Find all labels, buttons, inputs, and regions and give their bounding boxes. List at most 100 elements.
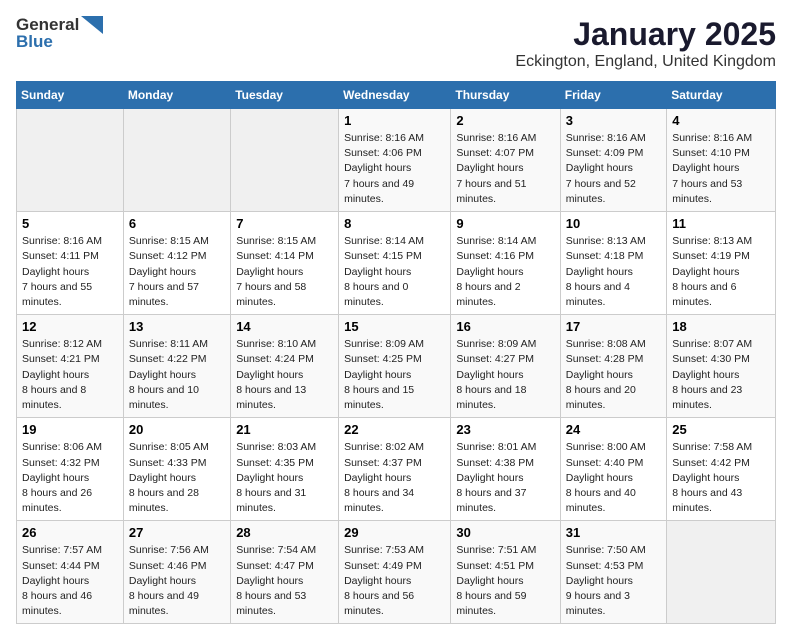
day-number: 22	[344, 422, 445, 437]
logo-text: General Blue	[16, 16, 103, 51]
day-number: 23	[456, 422, 554, 437]
weekday-header-thursday: Thursday	[451, 82, 560, 109]
logo-blue: Blue	[16, 33, 103, 52]
day-info: Sunrise: 8:00 AMSunset: 4:40 PMDaylight …	[566, 440, 661, 516]
calendar-cell: 9Sunrise: 8:14 AMSunset: 4:16 PMDaylight…	[451, 212, 560, 315]
calendar-cell: 27 Sunrise: 7:56 AMSunset: 4:46 PMDayligh…	[123, 521, 230, 624]
calendar-cell: 8Sunrise: 8:14 AMSunset: 4:15 PMDaylight…	[339, 212, 451, 315]
day-info: Sunrise: 8:16 AMSunset: 4:07 PMDaylight …	[456, 131, 554, 207]
day-info: Sunrise: 8:15 AMSunset: 4:12 PMDaylight …	[129, 234, 225, 310]
day-info: Sunrise: 7:51 AMSunset: 4:51 PMDaylight …	[456, 543, 554, 619]
day-info: Sunrise: 8:16 AMSunset: 4:06 PMDaylight …	[344, 131, 445, 207]
calendar-cell	[123, 109, 230, 212]
day-number: 10	[566, 216, 661, 231]
calendar-cell: 11 Sunrise: 8:13 AMSunset: 4:19 PMDayligh…	[667, 212, 776, 315]
day-info: Sunrise: 7:56 AMSunset: 4:46 PMDaylight …	[129, 543, 225, 619]
day-number: 16	[456, 319, 554, 334]
calendar-cell: 2 Sunrise: 8:16 AMSunset: 4:07 PMDaylight…	[451, 109, 560, 212]
day-number: 5	[22, 216, 118, 231]
calendar-cell	[667, 521, 776, 624]
calendar-cell: 19 Sunrise: 8:06 AMSunset: 4:32 PMDayligh…	[17, 418, 124, 521]
day-info: Sunrise: 8:02 AMSunset: 4:37 PMDaylight …	[344, 440, 445, 516]
day-number: 13	[129, 319, 225, 334]
day-number: 15	[344, 319, 445, 334]
day-number: 17	[566, 319, 661, 334]
day-number: 19	[22, 422, 118, 437]
day-info: Sunrise: 8:14 AMSunset: 4:15 PMDaylight …	[344, 234, 445, 310]
day-number: 18	[672, 319, 770, 334]
day-info: Sunrise: 8:13 AMSunset: 4:19 PMDaylight …	[672, 234, 770, 310]
calendar-cell: 6Sunrise: 8:15 AMSunset: 4:12 PMDaylight…	[123, 212, 230, 315]
day-info: Sunrise: 8:16 AMSunset: 4:11 PMDaylight …	[22, 234, 118, 310]
day-number: 11	[672, 216, 770, 231]
calendar-cell: 25 Sunrise: 7:58 AMSunset: 4:42 PMDayligh…	[667, 418, 776, 521]
page-title: January 2025	[515, 16, 776, 53]
day-number: 1	[344, 113, 445, 128]
calendar-cell: 1 Sunrise: 8:16 AMSunset: 4:06 PMDaylight…	[339, 109, 451, 212]
day-info: Sunrise: 8:10 AMSunset: 4:24 PMDaylight …	[236, 337, 333, 413]
day-info: Sunrise: 7:50 AMSunset: 4:53 PMDaylight …	[566, 543, 661, 619]
day-info: Sunrise: 8:09 AMSunset: 4:27 PMDaylight …	[456, 337, 554, 413]
calendar-cell: 28 Sunrise: 7:54 AMSunset: 4:47 PMDayligh…	[231, 521, 339, 624]
day-info: Sunrise: 7:58 AMSunset: 4:42 PMDaylight …	[672, 440, 770, 516]
calendar-week-row: 1 Sunrise: 8:16 AMSunset: 4:06 PMDaylight…	[17, 109, 776, 212]
calendar-cell: 17Sunrise: 8:08 AMSunset: 4:28 PMDayligh…	[560, 315, 666, 418]
day-info: Sunrise: 8:05 AMSunset: 4:33 PMDaylight …	[129, 440, 225, 516]
day-number: 31	[566, 525, 661, 540]
calendar-cell: 24Sunrise: 8:00 AMSunset: 4:40 PMDayligh…	[560, 418, 666, 521]
calendar-cell	[231, 109, 339, 212]
header: General Blue January 2025 Eckington, Eng…	[16, 16, 776, 71]
day-info: Sunrise: 8:15 AMSunset: 4:14 PMDaylight …	[236, 234, 333, 310]
day-info: Sunrise: 8:16 AMSunset: 4:09 PMDaylight …	[566, 131, 661, 207]
day-number: 21	[236, 422, 333, 437]
weekday-header-saturday: Saturday	[667, 82, 776, 109]
calendar-week-row: 5 Sunrise: 8:16 AMSunset: 4:11 PMDaylight…	[17, 212, 776, 315]
calendar-cell: 3 Sunrise: 8:16 AMSunset: 4:09 PMDaylight…	[560, 109, 666, 212]
weekday-header-row: SundayMondayTuesdayWednesdayThursdayFrid…	[17, 82, 776, 109]
calendar-cell: 7 Sunrise: 8:15 AMSunset: 4:14 PMDaylight…	[231, 212, 339, 315]
day-number: 30	[456, 525, 554, 540]
weekday-header-monday: Monday	[123, 82, 230, 109]
day-info: Sunrise: 8:03 AMSunset: 4:35 PMDaylight …	[236, 440, 333, 516]
day-number: 20	[129, 422, 225, 437]
weekday-header-friday: Friday	[560, 82, 666, 109]
weekday-header-sunday: Sunday	[17, 82, 124, 109]
day-info: Sunrise: 8:13 AMSunset: 4:18 PMDaylight …	[566, 234, 661, 310]
day-number: 9	[456, 216, 554, 231]
calendar-cell: 18 Sunrise: 8:07 AMSunset: 4:30 PMDayligh…	[667, 315, 776, 418]
day-info: Sunrise: 7:57 AMSunset: 4:44 PMDaylight …	[22, 543, 118, 619]
weekday-header-wednesday: Wednesday	[339, 82, 451, 109]
calendar-cell: 14Sunrise: 8:10 AMSunset: 4:24 PMDayligh…	[231, 315, 339, 418]
day-number: 4	[672, 113, 770, 128]
day-number: 2	[456, 113, 554, 128]
day-number: 28	[236, 525, 333, 540]
calendar-cell: 15 Sunrise: 8:09 AMSunset: 4:25 PMDayligh…	[339, 315, 451, 418]
day-info: Sunrise: 8:09 AMSunset: 4:25 PMDaylight …	[344, 337, 445, 413]
calendar-cell: 21 Sunrise: 8:03 AMSunset: 4:35 PMDayligh…	[231, 418, 339, 521]
title-area: January 2025 Eckington, England, United …	[515, 16, 776, 71]
day-number: 27	[129, 525, 225, 540]
day-number: 12	[22, 319, 118, 334]
calendar-week-row: 19 Sunrise: 8:06 AMSunset: 4:32 PMDayligh…	[17, 418, 776, 521]
logo: General Blue	[16, 16, 103, 51]
day-number: 7	[236, 216, 333, 231]
day-info: Sunrise: 8:06 AMSunset: 4:32 PMDaylight …	[22, 440, 118, 516]
day-info: Sunrise: 8:07 AMSunset: 4:30 PMDaylight …	[672, 337, 770, 413]
weekday-header-tuesday: Tuesday	[231, 82, 339, 109]
calendar-cell: 29Sunrise: 7:53 AMSunset: 4:49 PMDayligh…	[339, 521, 451, 624]
calendar-cell: 20 Sunrise: 8:05 AMSunset: 4:33 PMDayligh…	[123, 418, 230, 521]
calendar-cell: 10 Sunrise: 8:13 AMSunset: 4:18 PMDayligh…	[560, 212, 666, 315]
calendar-week-row: 26Sunrise: 7:57 AMSunset: 4:44 PMDayligh…	[17, 521, 776, 624]
day-number: 25	[672, 422, 770, 437]
day-number: 29	[344, 525, 445, 540]
day-number: 3	[566, 113, 661, 128]
day-info: Sunrise: 7:54 AMSunset: 4:47 PMDaylight …	[236, 543, 333, 619]
logo-arrow-icon	[81, 16, 103, 34]
calendar-cell: 5 Sunrise: 8:16 AMSunset: 4:11 PMDaylight…	[17, 212, 124, 315]
calendar-week-row: 12Sunrise: 8:12 AMSunset: 4:21 PMDayligh…	[17, 315, 776, 418]
calendar-cell: 4 Sunrise: 8:16 AMSunset: 4:10 PMDaylight…	[667, 109, 776, 212]
calendar-cell: 12Sunrise: 8:12 AMSunset: 4:21 PMDayligh…	[17, 315, 124, 418]
calendar-cell: 22 Sunrise: 8:02 AMSunset: 4:37 PMDayligh…	[339, 418, 451, 521]
page-subtitle: Eckington, England, United Kingdom	[515, 53, 776, 71]
day-info: Sunrise: 8:16 AMSunset: 4:10 PMDaylight …	[672, 131, 770, 207]
